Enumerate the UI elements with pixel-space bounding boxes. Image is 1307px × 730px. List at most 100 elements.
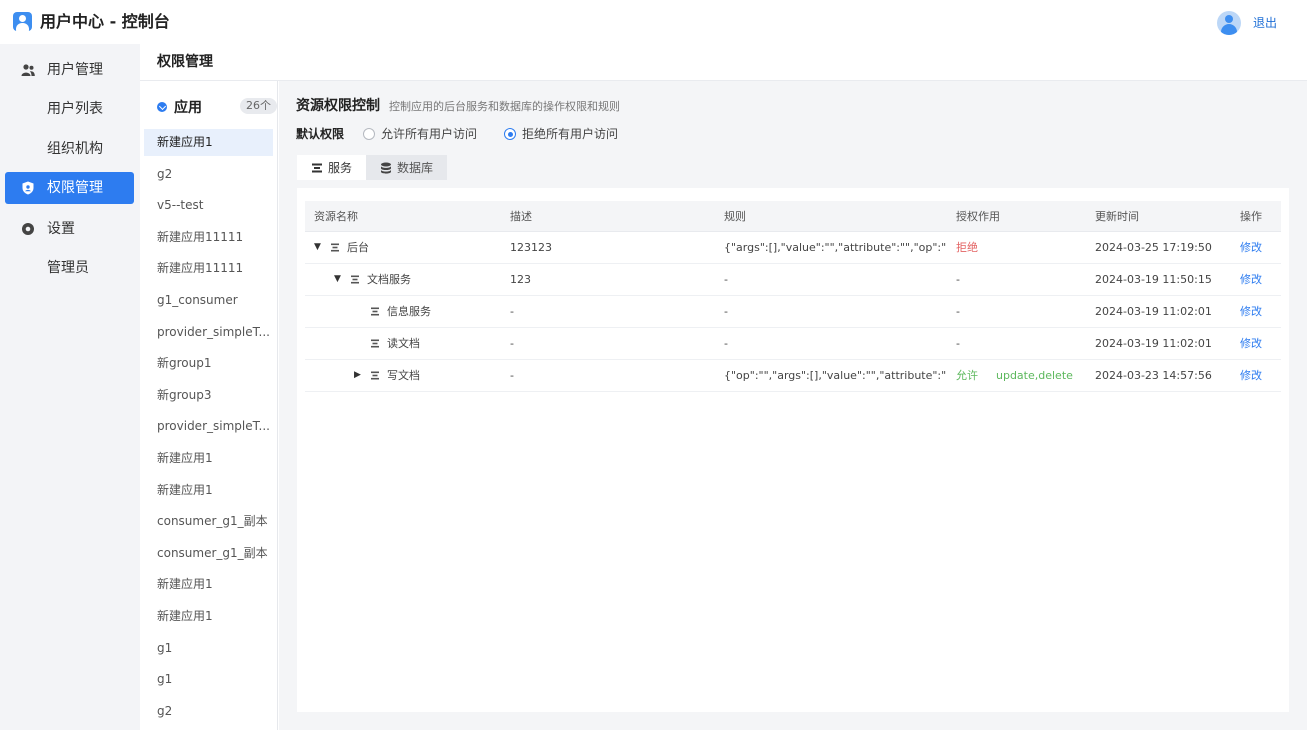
app-list-item[interactable]: 新group1	[144, 350, 273, 377]
column-header: 描述	[501, 201, 715, 232]
app-list-item[interactable]: provider_simpleT...	[144, 413, 273, 440]
app-list-item[interactable]: 新建应用1	[144, 129, 273, 156]
app-list-item[interactable]: consumer_g1_副本	[144, 508, 273, 535]
cell-effect: -	[947, 295, 1086, 328]
sidebar-item-organization[interactable]: 组织机构	[0, 133, 140, 165]
edit-link[interactable]: 修改	[1240, 337, 1262, 350]
logout-link[interactable]: 退出	[1253, 15, 1277, 31]
expand-caret-icon[interactable]: ▼	[314, 242, 324, 252]
effect-value: -	[956, 304, 960, 318]
app-list-item[interactable]: g1	[144, 666, 273, 693]
app-list-item[interactable]: 新建应用1	[144, 445, 273, 472]
radio-label: 拒绝所有用户访问	[522, 127, 619, 141]
edit-link[interactable]: 修改	[1240, 273, 1262, 286]
table-row: 读文档 - - -2024-03-19 11:02:01 修改	[305, 327, 1281, 360]
radio-deny-all[interactable]: 拒绝所有用户访问	[504, 127, 618, 141]
table-row: 信息服务 - - -2024-03-19 11:02:01 修改	[305, 295, 1281, 328]
service-icon	[371, 371, 379, 379]
cell-updated: 2024-03-25 17:19:50	[1086, 231, 1231, 264]
tab-service[interactable]: 服务	[297, 155, 367, 180]
table-row: ▼ 后台 123123 {"args":[],"value":"","attribut…	[305, 231, 1281, 264]
gear-icon	[22, 223, 34, 235]
page-title: 权限管理	[157, 54, 213, 70]
radio-allow-all[interactable]: 允许所有用户访问	[363, 127, 477, 141]
app-list-item[interactable]: consumer_g1_副本	[144, 540, 273, 567]
sidebar-item-administrator[interactable]: 管理员	[0, 252, 140, 284]
app-list-item[interactable]: g2	[144, 161, 273, 188]
effect-value: -	[956, 272, 960, 286]
section-title: 资源权限控制	[296, 98, 380, 114]
effect-value: 允许	[956, 369, 978, 382]
sidebar-item-label: 设置	[47, 221, 75, 237]
cell-updated: 2024-03-19 11:50:15	[1086, 263, 1231, 296]
app-list-title: 应用	[174, 100, 202, 116]
app-list-header: 应用	[157, 97, 202, 117]
table-row: ▶ 写文档 - {"op":"","args":[],"value":"","attr…	[305, 359, 1281, 392]
service-icon	[371, 339, 379, 347]
shield-icon	[22, 181, 34, 195]
cell-description: -	[501, 327, 715, 360]
table-row: ▼ 文档服务 123- -2024-03-19 11:50:15 修改	[305, 263, 1281, 296]
resource-table: 资源名称 描述 规则 授权作用 更新时间 操作 ▼ 后台 123123 {"args"…	[305, 201, 1281, 392]
cell-effect: 拒绝	[947, 231, 1086, 264]
sidebar-item-label: 用户列表	[47, 101, 103, 117]
edit-link[interactable]: 修改	[1240, 241, 1262, 254]
cell-updated: 2024-03-19 11:02:01	[1086, 295, 1231, 328]
cell-description: 123123	[501, 231, 715, 264]
resource-name: 读文档	[387, 337, 420, 350]
cell-effect: -	[947, 327, 1086, 360]
sidebar-item-label: 管理员	[47, 260, 89, 276]
cell-rule: {"args":[],"value":"","attribute":"","op…	[715, 231, 947, 264]
cell-action: 修改	[1231, 231, 1281, 264]
users-icon	[21, 64, 35, 76]
app-list-check-icon	[157, 102, 167, 112]
app-list-item[interactable]: 新建应用1	[144, 571, 273, 598]
sidebar-item-permission-management[interactable]: 权限管理	[5, 172, 134, 204]
cell-name: ▼ 后台	[305, 231, 501, 264]
column-header: 规则	[715, 201, 947, 232]
edit-link[interactable]: 修改	[1240, 305, 1262, 318]
app-logo-icon	[13, 12, 32, 31]
user-avatar[interactable]	[1217, 11, 1241, 35]
cell-description: 123	[501, 263, 715, 296]
cell-action: 修改	[1231, 359, 1281, 392]
column-header: 资源名称	[305, 201, 501, 232]
app-list-item[interactable]: provider_simpleT...	[144, 319, 273, 346]
cell-name: 读文档	[305, 327, 501, 360]
column-header: 授权作用	[947, 201, 1086, 232]
section-description: 控制应用的后台服务和数据库的操作权限和规则	[389, 100, 620, 113]
cell-effect: -	[947, 263, 1086, 296]
app-list-item[interactable]: 新建应用1	[144, 603, 273, 630]
radio-circle[interactable]	[504, 128, 516, 140]
column-header: 操作	[1231, 201, 1281, 232]
app-title: 用户中心 - 控制台	[40, 12, 170, 31]
app-list-item[interactable]: g1	[144, 635, 273, 662]
app-list-item[interactable]: g2	[144, 698, 273, 725]
app-count-badge: 26个	[240, 98, 277, 114]
cell-updated: 2024-03-23 14:57:56	[1086, 359, 1231, 392]
sidebar-item-settings[interactable]: 设置	[0, 213, 140, 245]
app-list-item[interactable]: g1_consumer	[144, 287, 273, 314]
tab-label: 服务	[328, 161, 353, 175]
app-list-item[interactable]: 新建应用11111	[144, 255, 273, 282]
app-list-item[interactable]: v5--test	[144, 192, 273, 219]
tab-database[interactable]: 数据库	[366, 155, 448, 180]
resource-name: 信息服务	[387, 305, 431, 318]
app-list-item[interactable]: 新group3	[144, 382, 273, 409]
cell-action: 修改	[1231, 327, 1281, 360]
radio-circle[interactable]	[363, 128, 375, 140]
cell-name: ▼ 文档服务	[305, 263, 501, 296]
app-list-item[interactable]: 新建应用11111	[144, 224, 273, 251]
collapse-caret-icon[interactable]: ▶	[354, 370, 364, 380]
expand-caret-icon[interactable]: ▼	[334, 274, 344, 284]
app-list-item[interactable]: 新建应用1	[144, 477, 273, 504]
database-icon	[381, 162, 392, 174]
cell-name: 信息服务	[305, 295, 501, 328]
edit-link[interactable]: 修改	[1240, 369, 1262, 382]
resource-tabs: 服务 数据库	[297, 155, 448, 180]
cell-rule: -	[715, 263, 947, 296]
top-bar: 用户中心 - 控制台 退出	[0, 0, 1307, 44]
sidebar-item-user-list[interactable]: 用户列表	[0, 93, 140, 125]
table-header-row: 资源名称 描述 规则 授权作用 更新时间 操作	[305, 201, 1281, 232]
sidebar-item-user-management[interactable]: 用户管理	[0, 54, 140, 86]
